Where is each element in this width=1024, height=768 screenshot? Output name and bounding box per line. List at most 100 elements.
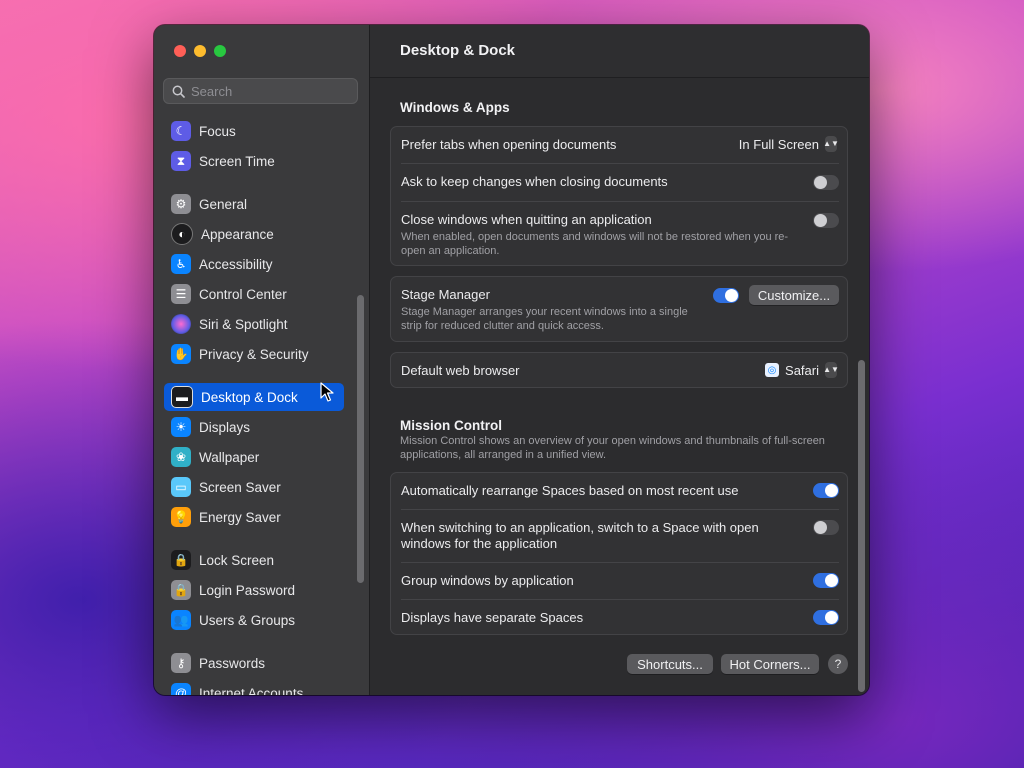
control-center-icon: ☰ <box>171 284 191 304</box>
browser-group: Default web browser ◎ Safari ▲▼ <box>390 352 848 388</box>
sidebar-item-label: Screen Saver <box>199 479 281 495</box>
sidebar-item-label: Energy Saver <box>199 509 281 525</box>
sidebar-item-label: Displays <box>199 419 251 435</box>
titlebar: Desktop & Dock <box>370 25 869 78</box>
flower-icon: ❀ <box>171 447 191 467</box>
sidebar-item-screen-time[interactable]: ⧗ Screen Time <box>164 147 344 175</box>
main-scrollbar[interactable] <box>858 360 865 692</box>
customize-button[interactable]: Customize... <box>749 285 839 305</box>
main-pane: Desktop & Dock Windows & Apps Prefer tab… <box>370 25 869 695</box>
sidebar-item-privacy-security[interactable]: ✋ Privacy & Security <box>164 340 344 368</box>
ask-keep-toggle[interactable] <box>813 175 839 190</box>
sidebar-item-lock-screen[interactable]: 🔒 Lock Screen <box>164 546 344 574</box>
rearrange-spaces-toggle[interactable] <box>813 483 839 498</box>
stage-manager-group: Stage Manager Stage Manager arranges you… <box>390 276 848 342</box>
sidebar-item-siri-spotlight[interactable]: Siri & Spotlight <box>164 310 344 338</box>
browser-row: Default web browser ◎ Safari ▲▼ <box>391 353 849 389</box>
minimize-button[interactable] <box>194 45 206 57</box>
prefer-tabs-row: Prefer tabs when opening documents In Fu… <box>391 127 849 163</box>
sidebar-item-appearance[interactable]: ◐ Appearance <box>164 220 344 248</box>
search-placeholder: Search <box>191 83 233 99</box>
ask-keep-label: Ask to keep changes when closing documen… <box>401 174 668 189</box>
sidebar-item-desktop-dock[interactable]: ▬ Desktop & Dock <box>164 383 344 411</box>
page-title: Desktop & Dock <box>400 42 516 59</box>
mission-control-row-label: When switching to an application, switch… <box>401 520 759 551</box>
stage-manager-description: Stage Manager arranges your recent windo… <box>401 306 688 332</box>
sidebar-item-label: Focus <box>199 123 236 139</box>
gear-icon: ⚙ <box>171 194 191 214</box>
mouse-pointer-icon <box>320 382 334 402</box>
sidebar: Search ☾ Focus ⧗ Screen Time ⚙ General ◐… <box>154 25 370 695</box>
sidebar-item-login-password[interactable]: 🔒 Login Password <box>164 576 344 604</box>
sidebar-item-internet-accounts[interactable]: @ Internet Accounts <box>164 679 344 695</box>
sidebar-item-accessibility[interactable]: ♿ Accessibility <box>164 250 344 278</box>
stage-manager-label: Stage Manager <box>401 287 490 302</box>
sidebar-list: ☾ Focus ⧗ Screen Time ⚙ General ◐ Appear… <box>154 120 369 695</box>
close-windows-toggle[interactable] <box>813 213 839 228</box>
mission-control-row: Automatically rearrange Spaces based on … <box>391 473 849 509</box>
chevron-updown-icon: ▲▼ <box>823 136 839 152</box>
zoom-button[interactable] <box>214 45 226 57</box>
window-controls <box>174 45 226 57</box>
sidebar-item-label: Desktop & Dock <box>201 389 298 405</box>
bulb-icon: 💡 <box>171 507 191 527</box>
browser-value: Safari <box>785 362 819 378</box>
sidebar-item-label: Control Center <box>199 286 287 302</box>
mission-control-row: Group windows by application <box>391 563 849 599</box>
separate-spaces-toggle[interactable] <box>813 610 839 625</box>
help-button[interactable]: ? <box>828 654 848 674</box>
switch-space-toggle[interactable] <box>813 520 839 535</box>
sidebar-item-label: Accessibility <box>199 256 273 272</box>
prefer-tabs-label: Prefer tabs when opening documents <box>401 137 617 152</box>
ask-keep-row: Ask to keep changes when closing documen… <box>391 164 849 201</box>
sidebar-item-label: Privacy & Security <box>199 346 309 362</box>
stage-manager-toggle[interactable] <box>713 288 739 303</box>
close-button[interactable] <box>174 45 186 57</box>
sidebar-item-control-center[interactable]: ☰ Control Center <box>164 280 344 308</box>
appearance-icon: ◐ <box>171 223 193 245</box>
sidebar-item-focus[interactable]: ☾ Focus <box>164 120 344 145</box>
prefer-tabs-value: In Full Screen <box>738 136 819 152</box>
sidebar-item-label: Passwords <box>199 655 266 671</box>
sidebar-item-displays[interactable]: ☀ Displays <box>164 413 344 441</box>
browser-popup[interactable]: ◎ Safari ▲▼ <box>765 362 839 378</box>
dock-icon: ▬ <box>171 386 193 408</box>
siri-icon <box>171 314 191 334</box>
sidebar-item-passwords[interactable]: ⚷ Passwords <box>164 649 344 677</box>
sidebar-item-label: Users & Groups <box>199 612 296 628</box>
sidebar-item-users-groups[interactable]: 👥 Users & Groups <box>164 606 344 634</box>
close-windows-description: When enabled, open documents and windows… <box>401 231 789 257</box>
mission-control-row-label: Automatically rearrange Spaces based on … <box>401 483 739 498</box>
hot-corners-button[interactable]: Hot Corners... <box>721 654 819 674</box>
accessibility-icon: ♿ <box>171 254 191 274</box>
mission-control-group: Automatically rearrange Spaces based on … <box>390 472 848 635</box>
search-input[interactable]: Search <box>163 78 358 104</box>
sidebar-item-wallpaper[interactable]: ❀ Wallpaper <box>164 443 344 471</box>
group-windows-toggle[interactable] <box>813 573 839 588</box>
sun-icon: ☀ <box>171 417 191 437</box>
sidebar-scrollbar[interactable] <box>357 295 364 583</box>
stage-manager-row: Stage Manager Stage Manager arranges you… <box>391 277 849 343</box>
search-icon <box>172 85 185 98</box>
mission-control-row-label: Displays have separate Spaces <box>401 610 584 625</box>
shortcuts-button[interactable]: Shortcuts... <box>627 654 713 674</box>
sidebar-item-energy-saver[interactable]: 💡 Energy Saver <box>164 503 344 531</box>
screensaver-icon: ▭ <box>171 477 191 497</box>
close-windows-row: Close windows when quitting an applicati… <box>391 202 849 266</box>
sidebar-item-label: General <box>199 196 248 212</box>
sidebar-item-label: Wallpaper <box>199 449 260 465</box>
system-settings-window: Search ☾ Focus ⧗ Screen Time ⚙ General ◐… <box>154 25 869 695</box>
safari-icon: ◎ <box>765 363 780 377</box>
section-heading-mission-control: Mission Control <box>400 418 502 433</box>
at-icon: @ <box>171 683 191 695</box>
hand-icon: ✋ <box>171 344 191 364</box>
sidebar-item-screen-saver[interactable]: ▭ Screen Saver <box>164 473 344 501</box>
mission-control-row: Displays have separate Spaces <box>391 600 849 636</box>
sidebar-item-label: Siri & Spotlight <box>199 316 288 332</box>
sidebar-item-general[interactable]: ⚙ General <box>164 190 344 218</box>
section-heading-windows-apps: Windows & Apps <box>400 100 510 115</box>
prefer-tabs-popup[interactable]: In Full Screen ▲▼ <box>738 136 839 152</box>
sidebar-item-label: Internet Accounts <box>199 685 304 696</box>
moon-icon: ☾ <box>171 121 191 141</box>
sidebar-item-label: Lock Screen <box>199 552 275 568</box>
